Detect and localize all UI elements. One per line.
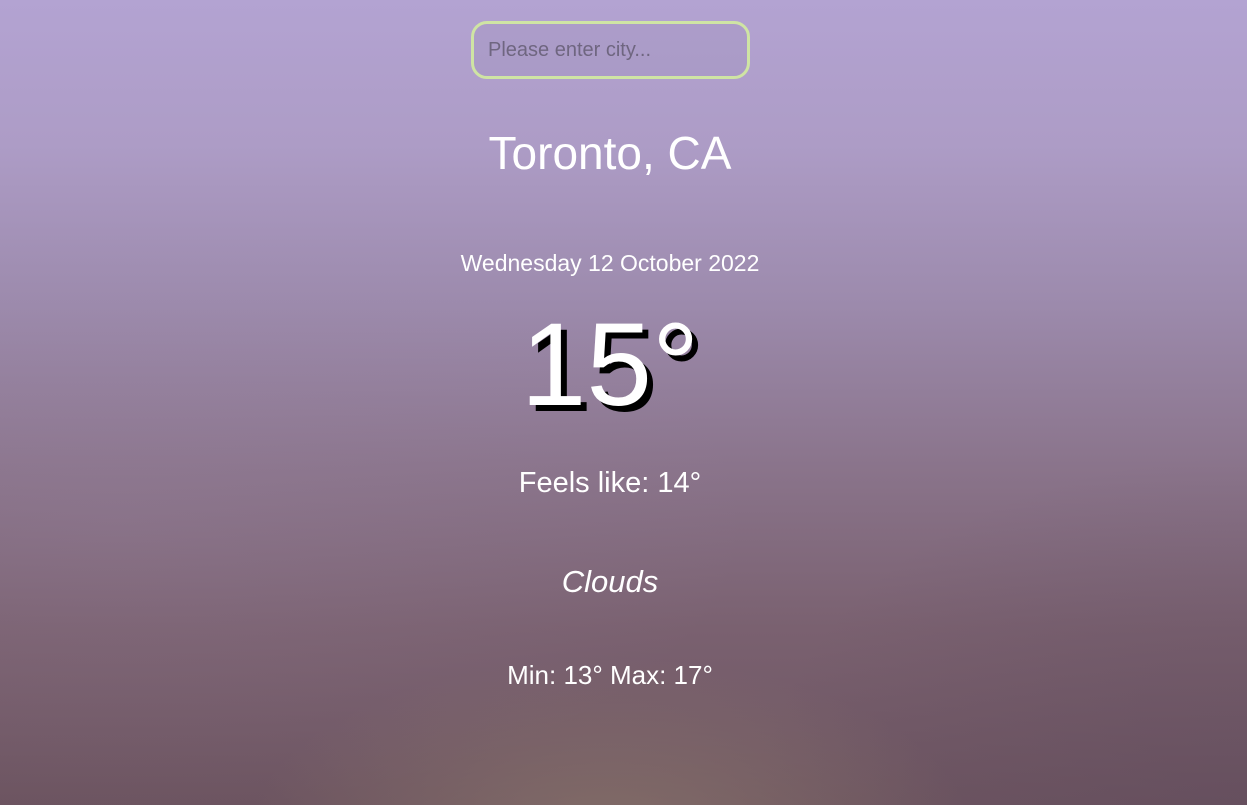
weather-app: Toronto, CA Wednesday 12 October 2022 15… bbox=[0, 0, 1247, 805]
city-name: Toronto, CA bbox=[488, 127, 732, 179]
city-search-input[interactable] bbox=[471, 21, 750, 79]
min-max-temperature: Min: 13° Max: 17° bbox=[507, 660, 713, 690]
feels-like-temperature: Feels like: 14° bbox=[518, 467, 702, 499]
current-temperature: 15° bbox=[520, 299, 700, 431]
weather-condition: Clouds bbox=[561, 564, 659, 599]
current-date: Wednesday 12 October 2022 bbox=[460, 250, 760, 276]
